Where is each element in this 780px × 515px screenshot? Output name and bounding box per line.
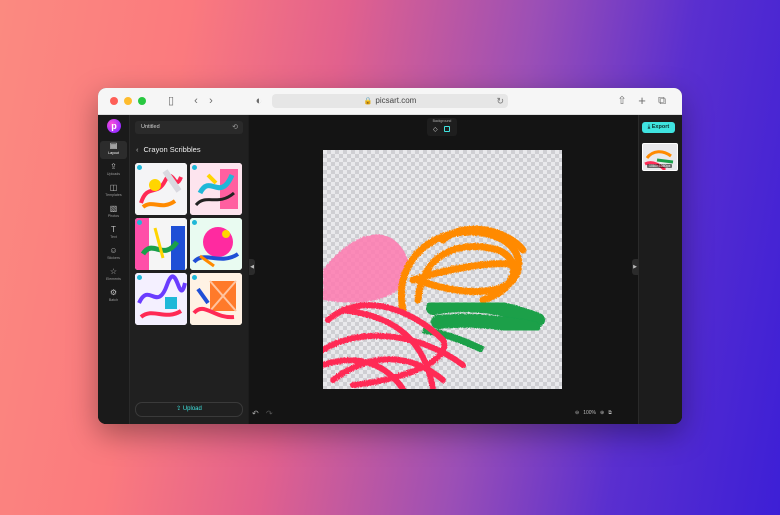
sidebar-item-label: Layout: [108, 151, 119, 155]
sticker-thumbnail[interactable]: [190, 273, 242, 325]
crayon-scribble-art: [323, 225, 545, 389]
sidebar-item-label: Photos: [107, 214, 120, 218]
address-bar[interactable]: 🔒 picsart.com ↻: [272, 94, 508, 108]
background-tool: Background ◇: [427, 118, 457, 136]
close-window-button[interactable]: [110, 97, 118, 105]
sidebar-item-batch[interactable]: ⚙ Batch: [100, 288, 127, 306]
tab-overview-icon[interactable]: ⧉: [656, 94, 668, 108]
upload-icon: ⇪: [176, 406, 183, 412]
forward-icon[interactable]: ›: [206, 94, 216, 108]
upload-label: Upload: [182, 406, 202, 412]
panel-heading: ‹ Crayon Scribbles: [136, 145, 201, 155]
premium-badge: [192, 220, 197, 225]
zoom-out-icon[interactable]: ⊖: [575, 410, 579, 416]
premium-badge: [192, 165, 197, 170]
project-title-field[interactable]: Untitled ⟲: [135, 121, 243, 134]
new-tab-icon[interactable]: +: [636, 94, 648, 108]
layer-thumbnail[interactable]: 1080×1080px: [642, 143, 678, 171]
sidebar-item-stickers[interactable]: ☺ Stickers: [100, 246, 127, 264]
sticker-art: [190, 163, 242, 215]
tool-rail: p ▤ Layout ⇪ Uploads ◫ Templates ▧ Photos T Text ☺…: [98, 115, 130, 424]
sticker-art: [135, 163, 187, 215]
layer-size-label: 1080×1080px: [647, 164, 673, 168]
premium-badge: [137, 220, 142, 225]
collapse-left-panel-button[interactable]: ◀: [249, 259, 255, 275]
reload-icon[interactable]: ↻: [496, 94, 504, 108]
sync-icon[interactable]: ⟲: [226, 121, 238, 134]
design-canvas[interactable]: [323, 150, 562, 389]
lock-icon: 🔒: [363, 98, 373, 105]
layers-toggle-icon[interactable]: ⧉: [608, 410, 612, 416]
sticker-thumbnail[interactable]: [135, 273, 187, 325]
export-button[interactable]: ⤓ Export: [642, 122, 675, 133]
sticker-art: [190, 218, 242, 270]
fill-drop-icon[interactable]: ◇: [433, 126, 438, 133]
text-icon: T: [111, 225, 116, 234]
sticker-thumbnail[interactable]: [190, 218, 242, 270]
templates-icon: ◫: [109, 183, 118, 192]
elements-icon: ☆: [109, 267, 118, 276]
sidebar-item-templates[interactable]: ◫ Templates: [100, 183, 127, 201]
browser-window: ▯ ‹ › ◐ 🔒 picsart.com ↻ ⇧ + ⧉ p ▤ Layout ⇪ U…: [98, 88, 682, 424]
privacy-shield-icon[interactable]: ◐: [254, 94, 264, 108]
upload-button[interactable]: ⇪ Upload: [135, 402, 243, 417]
sidebar-item-label: Stickers: [107, 256, 120, 260]
panel-heading-text: Crayon Scribbles: [143, 145, 201, 154]
stickers-icon: ☺: [109, 246, 118, 255]
back-chevron-icon[interactable]: ‹: [136, 145, 139, 154]
back-icon[interactable]: ‹: [191, 94, 201, 108]
premium-badge: [137, 165, 142, 170]
batch-icon: ⚙: [109, 288, 118, 297]
sticker-thumbnail[interactable]: [135, 218, 187, 270]
layers-panel: ⤓ Export 1080×1080px: [638, 115, 682, 424]
sidebar-item-label: Elements: [106, 277, 121, 281]
premium-badge: [137, 275, 142, 280]
assets-panel: Untitled ⟲ ‹ Crayon Scribbles ⇪ Upload: [130, 115, 248, 424]
sticker-thumbnail[interactable]: [190, 163, 242, 215]
sticker-art: [190, 273, 242, 325]
share-icon[interactable]: ⇧: [616, 94, 628, 108]
undo-icon[interactable]: ↶: [252, 409, 259, 418]
minimize-window-button[interactable]: [124, 97, 132, 105]
sidebar-item-elements[interactable]: ☆ Elements: [100, 267, 127, 285]
maximize-window-button[interactable]: [138, 97, 146, 105]
sidebar-item-uploads[interactable]: ⇪ Uploads: [100, 162, 127, 180]
sidebar-item-label: Text: [110, 235, 117, 239]
url-text: picsart.com: [375, 96, 417, 105]
sidebar-item-label: Templates: [105, 193, 122, 197]
sidebar-item-layout[interactable]: ▤ Layout: [100, 141, 127, 159]
sidebar-item-text[interactable]: T Text: [100, 225, 127, 243]
zoom-in-icon[interactable]: ⊕: [600, 410, 604, 416]
sticker-art: [135, 218, 187, 270]
sticker-art: [135, 273, 187, 325]
photos-icon: ▧: [109, 204, 118, 213]
zoom-level: 100%: [583, 410, 596, 416]
premium-badge: [192, 275, 197, 280]
picsart-editor: p ▤ Layout ⇪ Uploads ◫ Templates ▧ Photos T Text ☺…: [98, 115, 682, 424]
sidebar-item-label: Batch: [108, 298, 119, 302]
export-label: Export: [651, 124, 670, 130]
sidebar-item-label: Uploads: [106, 172, 121, 176]
background-label: Background: [432, 119, 452, 123]
sticker-thumbnail[interactable]: [135, 163, 187, 215]
sidebar-item-photos[interactable]: ▧ Photos: [100, 204, 127, 222]
browser-toolbar: ▯ ‹ › ◐ 🔒 picsart.com ↻ ⇧ + ⧉: [98, 88, 682, 115]
upload-icon: ⇪: [110, 162, 117, 171]
redo-icon[interactable]: ↷: [266, 409, 273, 418]
picsart-logo[interactable]: p: [107, 119, 121, 133]
sidebar-toggle-icon[interactable]: ▯: [164, 94, 178, 108]
canvas-workspace: ◀ Background ◇ ▶ ↶ ↷ ⊖ 100% ⊕ ⧉: [249, 115, 638, 424]
project-title: Untitled: [141, 124, 160, 130]
transparency-icon[interactable]: [444, 126, 450, 132]
layout-icon: ▤: [109, 141, 118, 150]
zoom-controls: ⊖ 100% ⊕ ⧉: [575, 408, 616, 418]
